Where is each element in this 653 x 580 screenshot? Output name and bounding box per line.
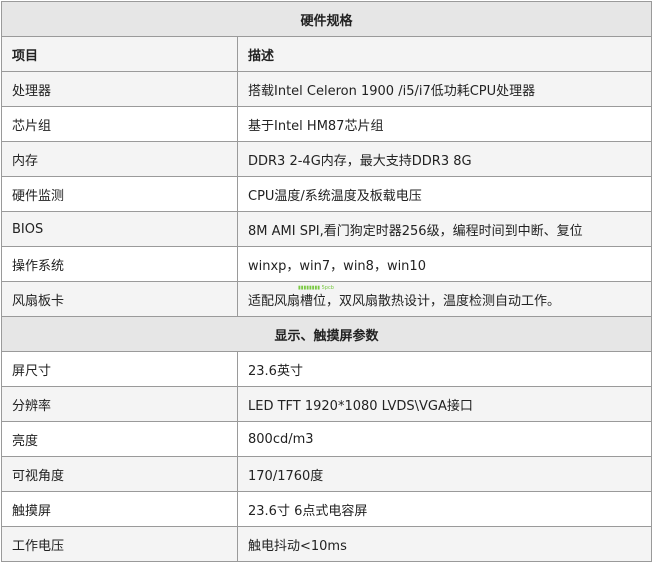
spec-item-cell: 可视角度 — [1, 456, 238, 492]
spec-description-cell: 基于Intel HM87芯片组 — [236, 106, 653, 142]
spec-item-cell: 操作系统 — [1, 246, 238, 282]
spec-description-cell: 23.6寸 6点式电容屏 — [236, 491, 653, 527]
table-row: 工作电压 触电抖动<10ms — [1, 526, 653, 562]
table-row: 芯片组 基于Intel HM87芯片组 — [1, 106, 653, 142]
table-row: 触摸屏 23.6寸 6点式电容屏 — [1, 491, 653, 527]
spec-item-cell: 处理器 — [1, 71, 238, 107]
watermark-logo: ▮▮▮▮▮▮▮▮ 5pcb — [298, 285, 334, 291]
spec-item-cell: 风扇板卡 — [1, 281, 238, 317]
spec-description-cell: 23.6英寸 — [236, 351, 653, 387]
spec-description-cell: 8M AMI SPI,看门狗定时器256级，编程时间到中断、复位 — [236, 211, 653, 247]
spec-description-cell: LED TFT 1920*1080 LVDS\VGA接口 — [236, 386, 653, 422]
spec-description-cell: DDR3 2-4G内存，最大支持DDR3 8G — [236, 141, 653, 177]
spec-description-cell: 170/1760度 — [236, 456, 653, 492]
spec-description-cell: winxp，win7，win8，win10 — [236, 246, 653, 282]
spec-item-cell: 工作电压 — [1, 526, 238, 562]
spec-item-cell: 屏尺寸 — [1, 351, 238, 387]
section-title: 显示、触摸屏参数 — [0, 316, 653, 352]
table-row: 屏尺寸 23.6英寸 — [1, 351, 653, 387]
spec-description-cell: CPU温度/系统温度及板载电压 — [236, 176, 653, 212]
spec-description-cell: 触电抖动<10ms — [236, 526, 653, 562]
column-header-item: 项目 — [1, 36, 238, 72]
table-row: 可视角度 170/1760度 — [1, 456, 653, 492]
spec-description-cell: 800cd/m3 — [236, 421, 653, 457]
spec-description-cell: 搭载Intel Celeron 1900 /i5/i7低功耗CPU处理器 — [236, 71, 653, 107]
spec-table-body: 硬件规格 项目 描述 处理器 搭载Intel Celeron 1900 /i5/i7低功… — [0, 1, 653, 562]
table-row: BIOS 8M AMI SPI,看门狗定时器256级，编程时间到中断、复位 — [1, 211, 653, 247]
spec-item-cell: 内存 — [1, 141, 238, 177]
spec-table: 硬件规格 项目 描述 处理器 搭载Intel Celeron 1900 /i5/i7低功… — [0, 1, 653, 562]
column-header-description: 描述 — [236, 36, 653, 72]
section-title: 硬件规格 — [0, 1, 653, 37]
table-row: 亮度 800cd/m3 — [1, 421, 653, 457]
spec-item-cell: 亮度 — [1, 421, 238, 457]
spec-item-cell: BIOS — [1, 211, 238, 247]
table-row: 操作系统 winxp，win7，win8，win10 — [1, 246, 653, 282]
table-row: 处理器 搭载Intel Celeron 1900 /i5/i7低功耗CPU处理器 — [1, 71, 653, 107]
section-header-row: 显示、触摸屏参数 — [0, 316, 653, 352]
spec-item-cell: 硬件监测 — [1, 176, 238, 212]
spec-item-cell: 分辨率 — [1, 386, 238, 422]
section-header-row: 硬件规格 — [0, 1, 653, 37]
spec-item-cell: 芯片组 — [1, 106, 238, 142]
table-row: 分辨率 LED TFT 1920*1080 LVDS\VGA接口 — [1, 386, 653, 422]
table-row: 内存 DDR3 2-4G内存，最大支持DDR3 8G — [1, 141, 653, 177]
spec-item-cell: 触摸屏 — [1, 491, 238, 527]
table-row: 硬件监测 CPU温度/系统温度及板载电压 — [1, 176, 653, 212]
column-header-row: 项目 描述 — [1, 36, 653, 72]
